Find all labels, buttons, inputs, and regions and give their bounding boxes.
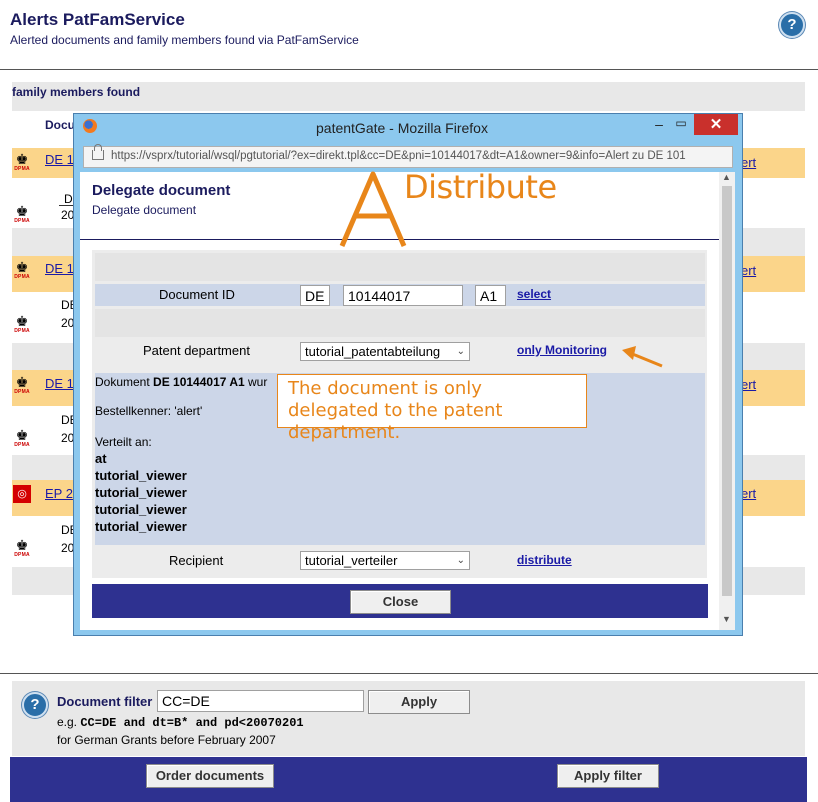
filter-apply-button[interactable]: Apply — [368, 690, 470, 714]
filter-label: Document filter — [57, 694, 153, 709]
list-item: tutorial_viewer — [95, 485, 187, 500]
dpma-label: DPMA — [14, 218, 30, 224]
eagle-icon: ♚ — [15, 427, 29, 443]
dpma-label: DPMA — [14, 328, 30, 334]
dpma-logo: ♚ DPMA — [14, 538, 30, 558]
document-filter-input[interactable]: CC=DE — [157, 690, 364, 712]
dpma-logo: ♚ DPMA — [14, 314, 30, 334]
document-number-input[interactable]: 10144017 — [343, 285, 463, 306]
list-item: tutorial_viewer — [95, 468, 187, 483]
order-documents-button[interactable]: Order documents — [146, 764, 274, 788]
recipient-select[interactable]: tutorial_verteiler ⌄ — [300, 551, 470, 570]
spacer-row — [95, 309, 705, 337]
document-link[interactable]: DE 1 — [45, 261, 74, 276]
epo-logo-icon: ◎ — [13, 485, 31, 503]
distribute-link[interactable]: distribute — [517, 553, 572, 567]
bottom-divider — [0, 673, 818, 674]
eagle-icon: ♚ — [15, 203, 29, 219]
alert-link[interactable]: ert — [741, 486, 756, 501]
eagle-icon: ♚ — [15, 259, 29, 275]
dpma-label: DPMA — [14, 389, 30, 395]
only-monitoring-link[interactable]: only Monitoring — [517, 343, 607, 357]
filter-example-note: for German Grants before February 2007 — [57, 733, 276, 747]
page-title: Alerts PatFamService — [10, 10, 185, 29]
dpma-logo: ♚ DPMA — [14, 152, 30, 172]
eagle-icon: ♚ — [15, 151, 29, 167]
column-header: Docu — [45, 118, 75, 132]
status-prefix: Dokument — [95, 375, 154, 389]
annotation-letter-a — [339, 171, 407, 247]
status-suffix: wur — [244, 375, 268, 389]
close-window-button[interactable]: ✕ — [694, 114, 738, 135]
footer-bar — [10, 757, 807, 802]
scroll-thumb[interactable] — [722, 186, 732, 596]
recipient-label: Recipient — [169, 553, 224, 568]
order-code-text: Bestellkenner: 'alert' — [95, 404, 203, 418]
distributed-to-label: Verteilt an: — [95, 435, 152, 449]
dpma-logo: ♚ DPMA — [14, 204, 30, 224]
dpma-logo: ♚ DPMA — [14, 260, 30, 280]
page-subtitle: Alerted documents and family members fou… — [10, 33, 359, 47]
list-item: tutorial_viewer — [95, 502, 187, 517]
annotation-word: Distribute — [404, 168, 557, 206]
eagle-icon: ♚ — [15, 537, 29, 553]
lock-icon — [92, 144, 104, 160]
document-link[interactable]: DE 1 — [45, 152, 74, 167]
form-header-row — [95, 253, 705, 281]
url-text: https://vsprx/tutorial/wsql/pgtutorial/?… — [111, 150, 686, 162]
list-item: at — [95, 451, 107, 466]
filter-help-icon[interactable]: ? — [22, 692, 48, 718]
patent-dept-label: Patent department — [143, 343, 250, 358]
window-title: patentGate - Mozilla Firefox — [316, 120, 488, 136]
document-id-label: Document ID — [159, 287, 235, 302]
filter-example-prefix: e.g. — [57, 715, 81, 729]
minimize-button[interactable]: – — [648, 116, 670, 134]
country-code-input[interactable]: DE — [300, 285, 330, 306]
patent-department-value: tutorial_patentabteilung — [305, 344, 441, 359]
close-button[interactable]: Close — [350, 590, 451, 614]
list-item: tutorial_viewer — [95, 519, 187, 534]
dpma-label: DPMA — [14, 442, 30, 448]
dpma-label: DPMA — [14, 166, 30, 172]
recipient-value: tutorial_verteiler — [305, 553, 398, 568]
header-divider — [0, 69, 818, 70]
section-title: family members found — [12, 85, 141, 99]
document-status-text: Dokument DE 10144017 A1 wur — [95, 375, 267, 389]
dpma-logo: ♚ DPMA — [14, 428, 30, 448]
maximize-button[interactable]: ▭ — [670, 116, 692, 134]
dpma-label: DPMA — [14, 274, 30, 280]
dpma-label: DPMA — [14, 552, 30, 558]
chevron-down-icon: ⌄ — [456, 346, 465, 357]
patent-department-select[interactable]: tutorial_patentabteilung ⌄ — [300, 342, 470, 361]
alert-link[interactable]: ert — [741, 263, 756, 278]
kind-code-input[interactable]: A1 — [475, 285, 506, 306]
eagle-icon: ♚ — [15, 374, 29, 390]
document-link[interactable]: EP 2 — [45, 486, 73, 501]
row-detail: D — [64, 192, 73, 206]
scroll-down-icon[interactable]: ▼ — [722, 614, 731, 624]
select-link[interactable]: select — [517, 287, 551, 301]
status-document-id: DE 10144017 A1 — [153, 375, 245, 389]
dpma-logo: ♚ DPMA — [14, 375, 30, 395]
popup-subheading: Delegate document — [92, 203, 197, 217]
document-link[interactable]: DE 1 — [45, 376, 74, 391]
help-icon[interactable]: ? — [779, 12, 805, 38]
alert-link[interactable]: ert — [741, 155, 756, 170]
firefox-icon — [83, 119, 97, 133]
alert-link[interactable]: ert — [741, 377, 756, 392]
chevron-down-icon: ⌄ — [456, 555, 465, 566]
scroll-up-icon[interactable]: ▲ — [722, 172, 731, 182]
apply-filter-button[interactable]: Apply filter — [557, 764, 659, 788]
annotation-callout: The document is only delegated to the pa… — [277, 374, 587, 443]
annotation-arrow-icon — [622, 346, 663, 368]
filter-example: e.g. CC=DE and dt=B* and pd<20070201 — [57, 715, 304, 730]
filter-example-code: CC=DE and dt=B* and pd<20070201 — [80, 716, 304, 730]
popup-heading: Delegate document — [92, 182, 231, 199]
recipient-list: at tutorial_viewer tutorial_viewer tutor… — [95, 450, 187, 535]
eagle-icon: ♚ — [15, 313, 29, 329]
